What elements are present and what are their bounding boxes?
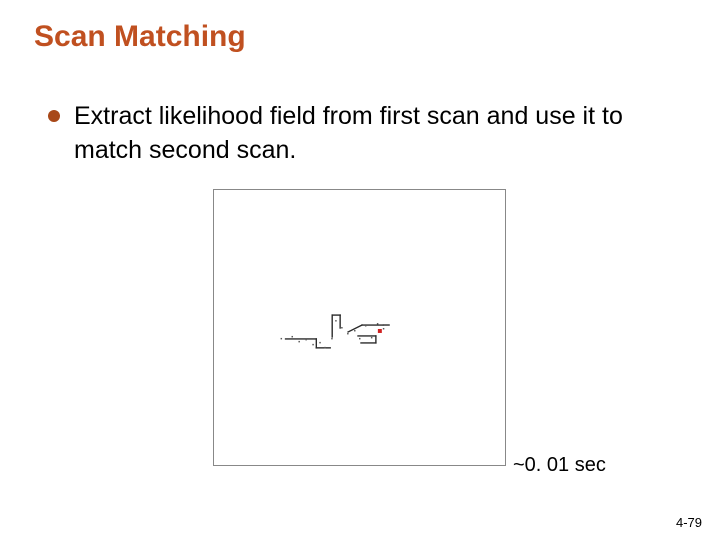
bullet-text: Extract likelihood field from first scan… (74, 100, 680, 168)
bullet-dot-icon (48, 110, 60, 122)
page-number: 4-79 (676, 515, 702, 530)
scan-figure (213, 189, 506, 466)
slide-title: Scan Matching (34, 20, 246, 54)
figure-caption: ~0. 01 sec (513, 454, 606, 477)
scan-figure-svg (214, 190, 505, 465)
bullet-item: Extract likelihood field from first scan… (48, 100, 680, 168)
